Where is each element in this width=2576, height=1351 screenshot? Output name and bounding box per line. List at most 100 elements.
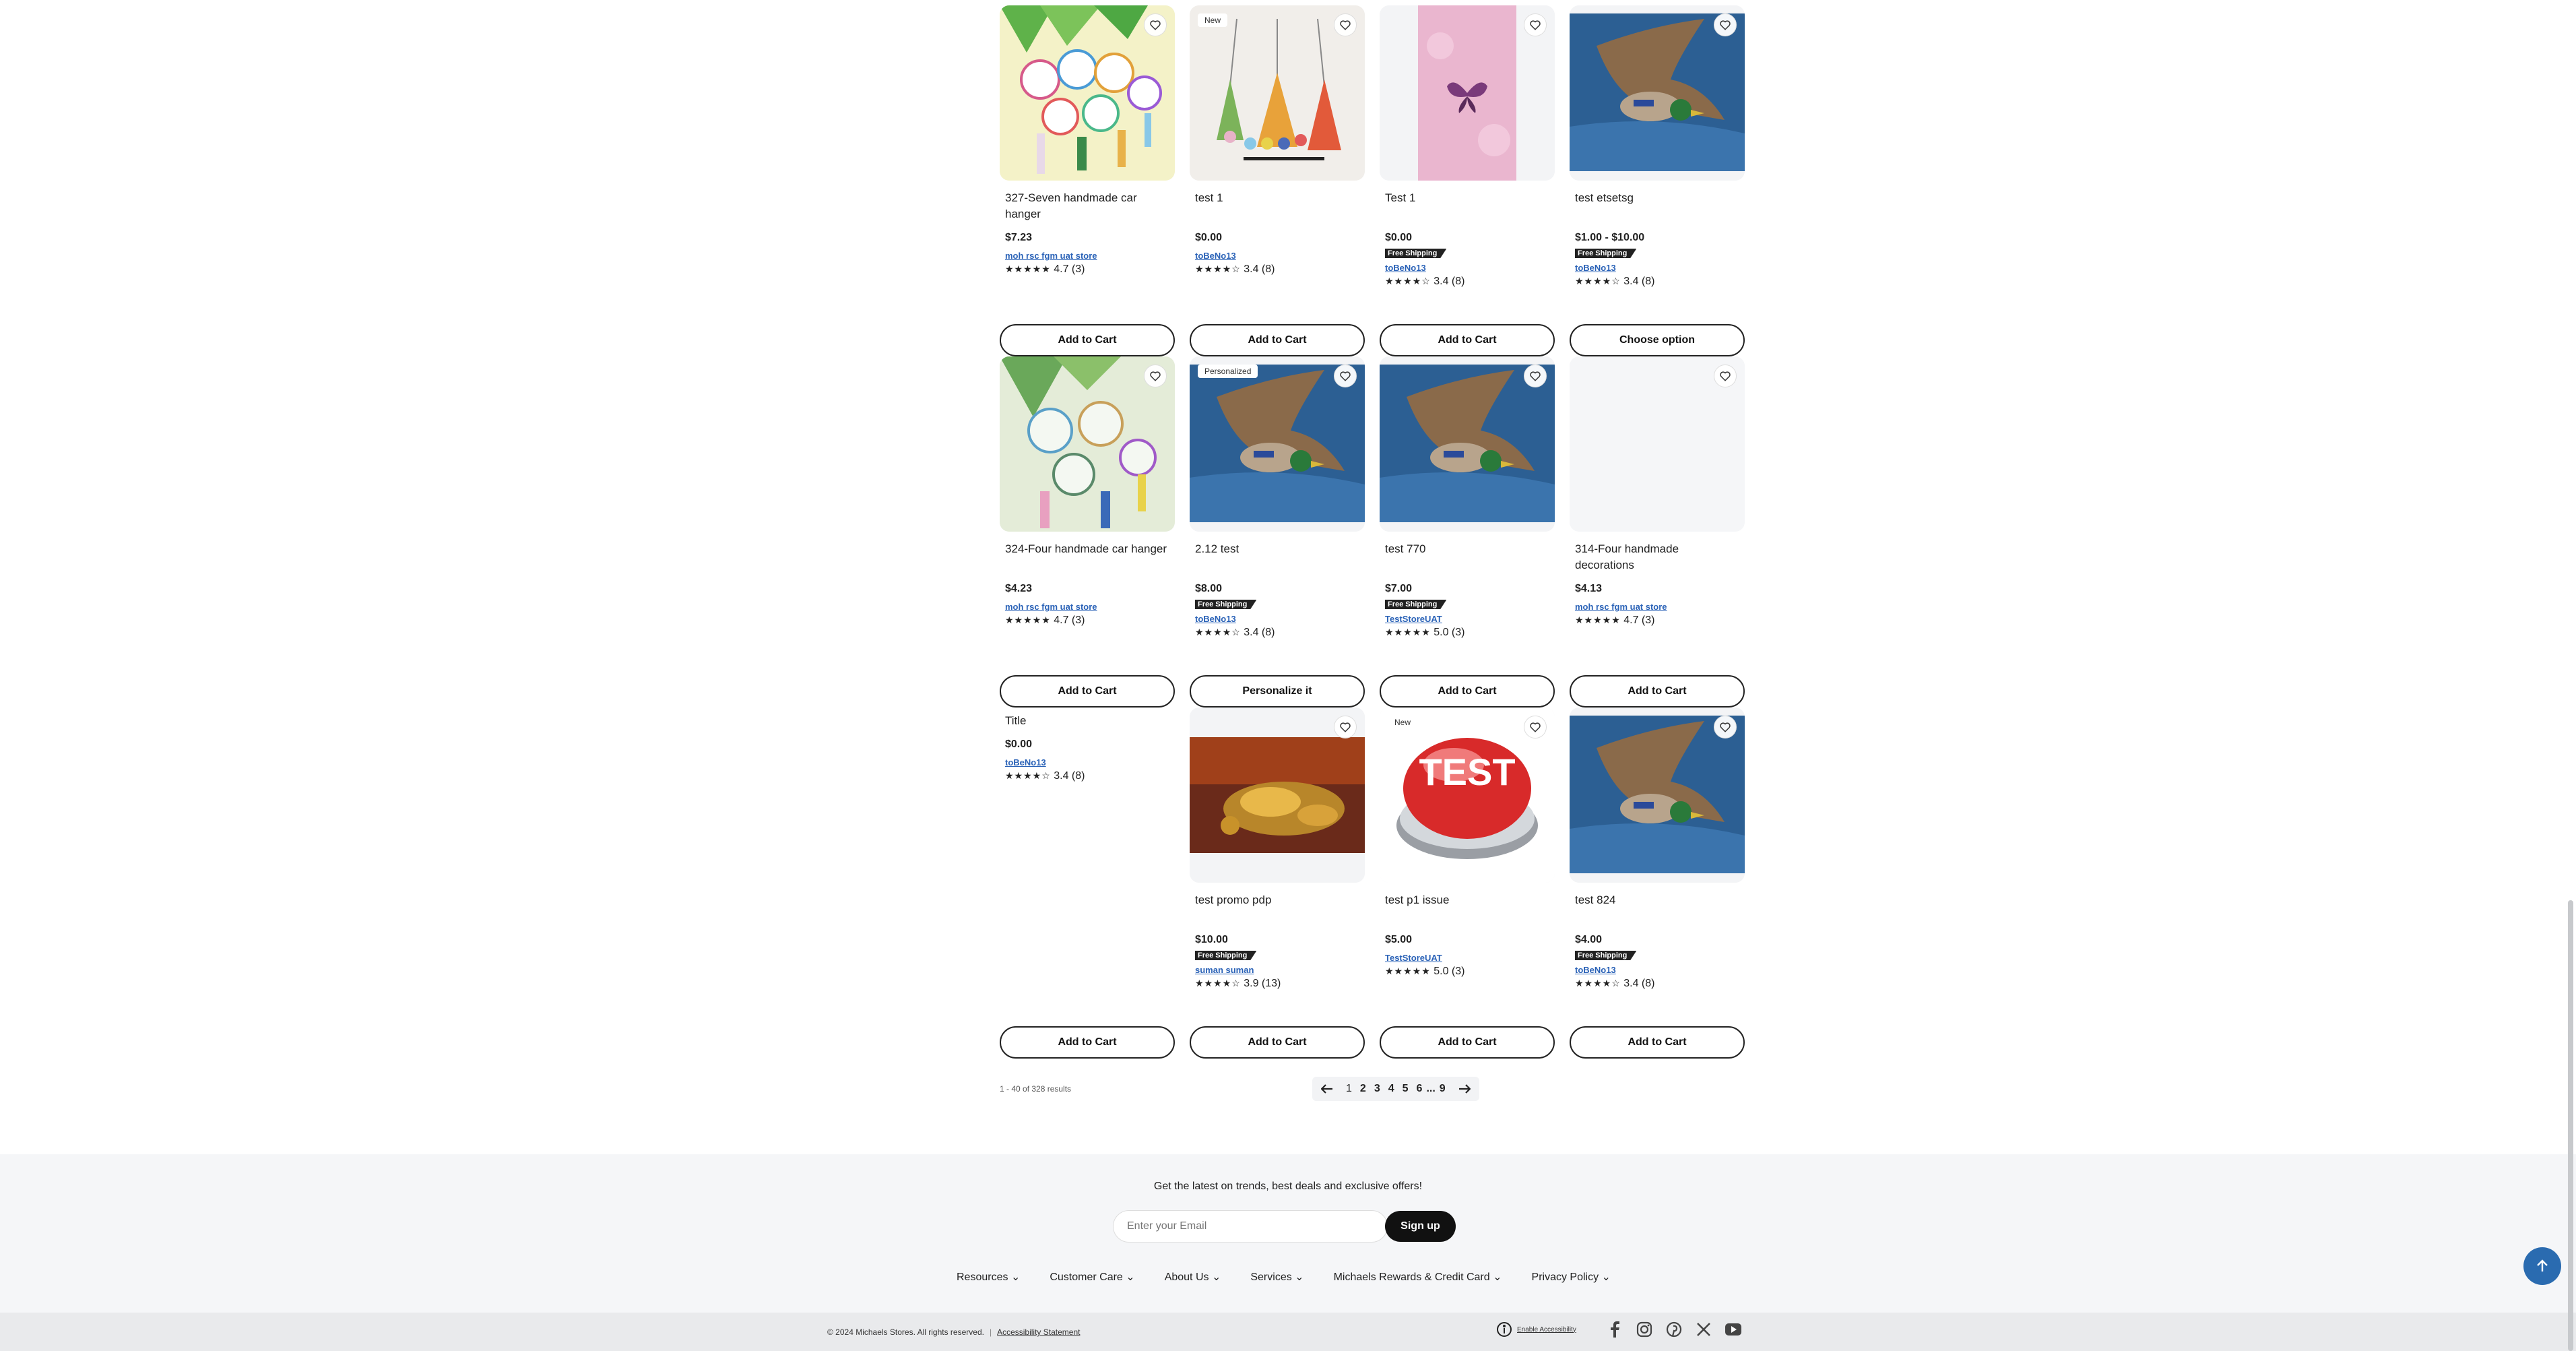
page-4[interactable]: 4 bbox=[1384, 1083, 1398, 1095]
store-link[interactable]: moh rsc fgm uat store bbox=[1575, 602, 1739, 612]
footer-nav-label: Services bbox=[1250, 1271, 1292, 1283]
footer-nav-resources[interactable]: Resources ⌄ bbox=[957, 1270, 1020, 1284]
add-to-cart-button[interactable]: Add to Cart bbox=[1380, 324, 1555, 356]
footer-nav-services[interactable]: Services ⌄ bbox=[1250, 1270, 1303, 1284]
add-to-cart-button[interactable]: Add to Cart bbox=[1570, 1026, 1745, 1059]
footer-nav-privacy[interactable]: Privacy Policy ⌄ bbox=[1532, 1270, 1611, 1284]
add-to-cart-button[interactable]: Add to Cart bbox=[1000, 324, 1175, 356]
rating-value: 3.9 bbox=[1244, 978, 1259, 989]
rating: ★★★★★ 5.0 (3) bbox=[1385, 627, 1549, 639]
newsletter-title: Get the latest on trends, best deals and… bbox=[1153, 1181, 1423, 1192]
favorite-heart-icon[interactable] bbox=[1334, 13, 1357, 36]
choose-option-button[interactable]: Choose option bbox=[1570, 324, 1745, 356]
page-2[interactable]: 2 bbox=[1356, 1083, 1370, 1095]
favorite-heart-icon[interactable] bbox=[1714, 716, 1737, 739]
youtube-icon[interactable] bbox=[1725, 1321, 1742, 1338]
store-link[interactable]: moh rsc fgm uat store bbox=[1005, 251, 1169, 261]
facebook-icon[interactable] bbox=[1606, 1321, 1623, 1338]
footer-nav-label: Michaels Rewards & Credit Card bbox=[1333, 1271, 1490, 1283]
favorite-heart-icon[interactable] bbox=[1524, 365, 1547, 387]
product-name[interactable]: test promo pdp bbox=[1195, 892, 1359, 924]
product-name[interactable]: test etsetsg bbox=[1575, 190, 1739, 222]
store-link[interactable]: toBeNo13 bbox=[1005, 757, 1169, 767]
scroll-to-top-button[interactable] bbox=[2523, 1247, 2561, 1285]
prev-page-arrow-icon[interactable] bbox=[1312, 1077, 1342, 1101]
favorite-heart-icon[interactable] bbox=[1524, 716, 1547, 739]
store-link[interactable]: toBeNo13 bbox=[1575, 965, 1739, 975]
add-to-cart-button[interactable]: Add to Cart bbox=[1000, 1026, 1175, 1059]
page-1[interactable]: 1 bbox=[1342, 1083, 1356, 1095]
favorite-heart-icon[interactable] bbox=[1144, 365, 1167, 387]
product-card[interactable]: Personalized 2.12 test $8.00 Free Shippi… bbox=[1190, 356, 1365, 708]
pinterest-icon[interactable] bbox=[1665, 1321, 1683, 1338]
favorite-heart-icon[interactable] bbox=[1714, 13, 1737, 36]
favorite-heart-icon[interactable] bbox=[1334, 365, 1357, 387]
product-card[interactable]: 314-Four handmade decorations $4.13 moh … bbox=[1570, 356, 1745, 708]
add-to-cart-button[interactable]: Add to Cart bbox=[1380, 1026, 1555, 1059]
favorite-heart-icon[interactable] bbox=[1524, 13, 1547, 36]
personalize-button[interactable]: Personalize it bbox=[1190, 675, 1365, 708]
review-count: (8) bbox=[1641, 978, 1655, 989]
store-link[interactable]: toBeNo13 bbox=[1385, 263, 1549, 273]
store-link[interactable]: toBeNo13 bbox=[1575, 263, 1739, 273]
favorite-heart-icon[interactable] bbox=[1714, 365, 1737, 387]
rating-value: 3.4 bbox=[1054, 770, 1069, 782]
store-link[interactable]: toBeNo13 bbox=[1195, 614, 1359, 624]
page-6[interactable]: 6 bbox=[1413, 1083, 1427, 1095]
email-input[interactable] bbox=[1113, 1210, 1388, 1243]
product-card[interactable]: New test 1 $0.00 toBeNo13 ★★★★☆ 3.4 (8) … bbox=[1190, 5, 1365, 356]
review-count: (8) bbox=[1071, 770, 1085, 782]
product-name[interactable]: test 824 bbox=[1575, 892, 1739, 924]
scrollbar[interactable] bbox=[2568, 900, 2573, 1351]
instagram-icon[interactable] bbox=[1636, 1321, 1653, 1338]
footer-nav-customer-care[interactable]: Customer Care ⌄ bbox=[1050, 1270, 1134, 1284]
enable-accessibility[interactable]: Enable Accessibility bbox=[1497, 1322, 1576, 1337]
product-card[interactable]: test 770 $7.00 Free Shipping TestStoreUA… bbox=[1380, 356, 1555, 708]
product-card[interactable]: Title $0.00 toBeNo13 ★★★★☆ 3.4 (8) Add t… bbox=[1000, 708, 1175, 1059]
page-9[interactable]: 9 bbox=[1436, 1083, 1450, 1095]
product-card[interactable]: 327-Seven handmade car hanger $7.23 moh … bbox=[1000, 5, 1175, 356]
chevron-down-icon: ⌄ bbox=[1010, 1271, 1021, 1283]
favorite-heart-icon[interactable] bbox=[1334, 716, 1357, 739]
product-name[interactable]: 2.12 test bbox=[1195, 541, 1359, 573]
page-5[interactable]: 5 bbox=[1398, 1083, 1413, 1095]
product-card[interactable]: Test 1 $0.00 Free Shipping toBeNo13 ★★★★… bbox=[1380, 5, 1555, 356]
add-to-cart-button[interactable]: Add to Cart bbox=[1380, 675, 1555, 708]
product-name[interactable]: test 1 bbox=[1195, 190, 1359, 222]
product-name[interactable]: 314-Four handmade decorations bbox=[1575, 541, 1739, 573]
product-name[interactable]: Test 1 bbox=[1385, 190, 1549, 222]
product-name[interactable]: test p1 issue bbox=[1385, 892, 1549, 924]
add-to-cart-button[interactable]: Add to Cart bbox=[1190, 1026, 1365, 1059]
product-card[interactable]: test 824 $4.00 Free Shipping toBeNo13 ★★… bbox=[1570, 708, 1745, 1059]
accessibility-statement-link[interactable]: Accessibility Statement bbox=[997, 1327, 1080, 1337]
review-count: (3) bbox=[1071, 263, 1085, 275]
store-link[interactable]: toBeNo13 bbox=[1195, 251, 1359, 261]
next-page-arrow-icon[interactable] bbox=[1450, 1077, 1479, 1101]
add-to-cart-button[interactable]: Add to Cart bbox=[1000, 675, 1175, 708]
store-link[interactable]: moh rsc fgm uat store bbox=[1005, 602, 1169, 612]
product-card[interactable]: 324-Four handmade car hanger $4.23 moh r… bbox=[1000, 356, 1175, 708]
store-link[interactable]: TestStoreUAT bbox=[1385, 614, 1549, 624]
add-to-cart-button[interactable]: Add to Cart bbox=[1190, 324, 1365, 356]
product-card[interactable]: test promo pdp $10.00 Free Shipping suma… bbox=[1190, 708, 1365, 1059]
footer-nav-rewards[interactable]: Michaels Rewards & Credit Card ⌄ bbox=[1334, 1270, 1502, 1284]
free-shipping-badge: Free Shipping bbox=[1575, 951, 1637, 960]
product-name[interactable]: 327-Seven handmade car hanger bbox=[1005, 190, 1169, 222]
rating: ★★★★☆ 3.4 (8) bbox=[1575, 276, 1739, 288]
add-to-cart-button[interactable]: Add to Cart bbox=[1570, 675, 1745, 708]
product-info: 314-Four handmade decorations $4.13 moh … bbox=[1575, 541, 1739, 627]
product-card[interactable]: TEST New test p1 issue $5.00 TestStoreUA… bbox=[1380, 708, 1555, 1059]
footer-nav-about-us[interactable]: About Us ⌄ bbox=[1165, 1270, 1221, 1284]
product-name[interactable]: test 770 bbox=[1385, 541, 1549, 573]
rating-stars-icon: ★★★★☆ bbox=[1195, 627, 1241, 637]
store-link[interactable]: TestStoreUAT bbox=[1385, 953, 1549, 963]
page-3[interactable]: 3 bbox=[1370, 1083, 1384, 1095]
chevron-down-icon: ⌄ bbox=[1295, 1271, 1304, 1283]
favorite-heart-icon[interactable] bbox=[1144, 13, 1167, 36]
product-card[interactable]: test etsetsg $1.00 - $10.00 Free Shippin… bbox=[1570, 5, 1745, 356]
free-shipping-badge: Free Shipping bbox=[1195, 951, 1257, 960]
x-icon[interactable] bbox=[1695, 1321, 1712, 1338]
sign-up-button[interactable]: Sign up bbox=[1385, 1211, 1456, 1242]
store-link[interactable]: suman suman bbox=[1195, 965, 1359, 975]
product-name[interactable]: 324-Four handmade car hanger bbox=[1005, 541, 1169, 573]
